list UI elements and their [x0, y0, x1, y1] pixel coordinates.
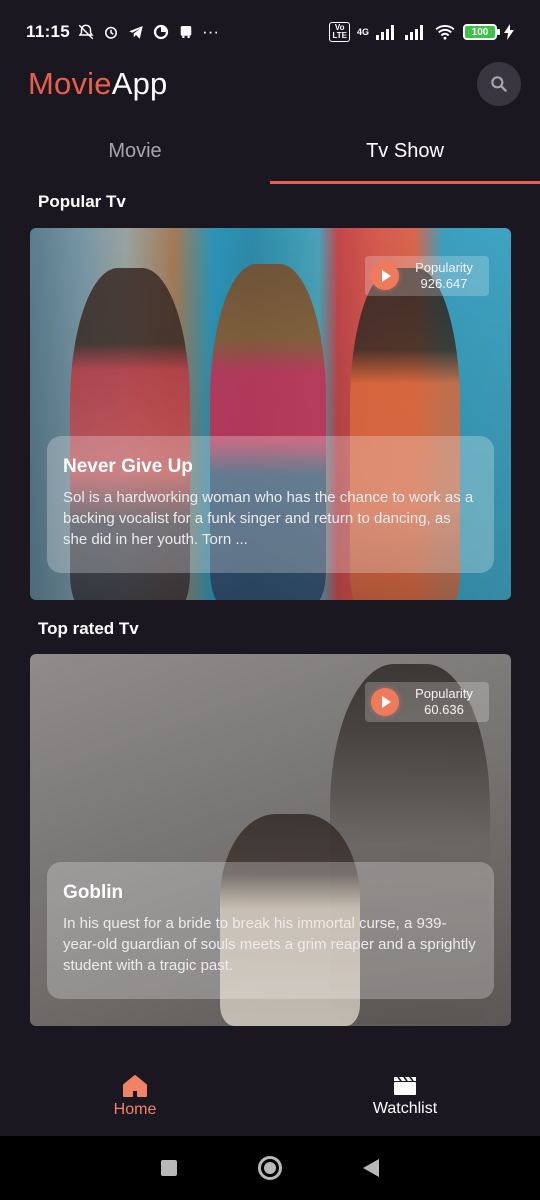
app-logo: MovieApp [28, 66, 167, 102]
signal-2-icon [405, 25, 423, 40]
recents-button[interactable] [160, 1160, 177, 1176]
logo-rest-text: App [111, 66, 168, 101]
more-notifications-icon: ··· [202, 22, 220, 41]
home-icon [123, 1075, 147, 1097]
search-icon [491, 76, 507, 92]
card-title: Never Give Up [63, 456, 193, 477]
popularity-label: Popularity [415, 260, 473, 275]
status-time: 11:15 [26, 22, 71, 41]
search-button[interactable] [477, 62, 521, 106]
system-nav-bar [0, 1136, 540, 1200]
telegram-icon [129, 26, 143, 39]
nav-watchlist[interactable]: Watchlist [270, 1058, 540, 1136]
alarm-icon [105, 26, 118, 39]
section-title-top-rated: Top rated Tv [38, 619, 139, 638]
popularity-badge: Popularity 60.636 [365, 682, 489, 722]
tab-bar: Movie Tv Show [0, 118, 540, 184]
popularity-text: Popularity 60.636 [399, 686, 489, 718]
mute-icon [78, 24, 94, 40]
top-rated-tv-card[interactable]: Popularity 60.636 Goblin In his quest fo… [30, 654, 511, 1026]
home-system-button[interactable] [257, 1156, 282, 1180]
popularity-badge: Popularity 926.647 [365, 256, 489, 296]
status-right: Vo LTE 4G 100 [329, 22, 514, 42]
status-bar: 11:15 ··· Vo LTE 4G 100 [0, 0, 540, 64]
nav-home-label: Home [113, 1101, 157, 1118]
play-icon[interactable] [371, 688, 399, 716]
nav-home[interactable]: Home [0, 1058, 270, 1136]
volte-icon: Vo LTE [329, 22, 350, 42]
popularity-value: 60.636 [424, 702, 464, 717]
card-description: Sol is a hardworking woman who has the c… [63, 489, 474, 548]
popularity-text: Popularity 926.647 [399, 260, 489, 292]
tab-movie[interactable]: Movie [0, 118, 270, 184]
data-saver-icon [153, 24, 169, 40]
battery-icon: 100 [463, 24, 500, 40]
nav-watchlist-label: Watchlist [372, 1100, 438, 1117]
popularity-value: 926.647 [420, 276, 468, 291]
status-left: 11:15 ··· [26, 22, 219, 42]
clapperboard-icon [394, 1076, 416, 1095]
bottom-nav: Home Watchlist [0, 1058, 540, 1136]
signal-1-icon [376, 25, 394, 40]
card-info-panel: Goblin In his quest for a bride to break… [47, 862, 494, 999]
wifi-icon [435, 25, 455, 40]
popularity-label: Popularity [415, 686, 473, 701]
tab-tv-show[interactable]: Tv Show [270, 118, 540, 184]
card-info-panel: Never Give Up Sol is a hardworking woman… [47, 436, 494, 573]
popular-tv-card[interactable]: Popularity 926.647 Never Give Up Sol is … [30, 228, 511, 600]
charging-icon [504, 24, 514, 40]
logo-accent-text: Movie [28, 66, 112, 101]
section-title-popular: Popular Tv [38, 192, 126, 211]
app-bar: MovieApp [0, 56, 540, 112]
back-button[interactable] [363, 1159, 380, 1177]
play-icon[interactable] [371, 262, 399, 290]
card-title: Goblin [63, 882, 124, 903]
bus-icon [180, 26, 192, 38]
card-description: In his quest for a bride to break his im… [63, 915, 476, 974]
network-type: 4G [356, 27, 369, 37]
